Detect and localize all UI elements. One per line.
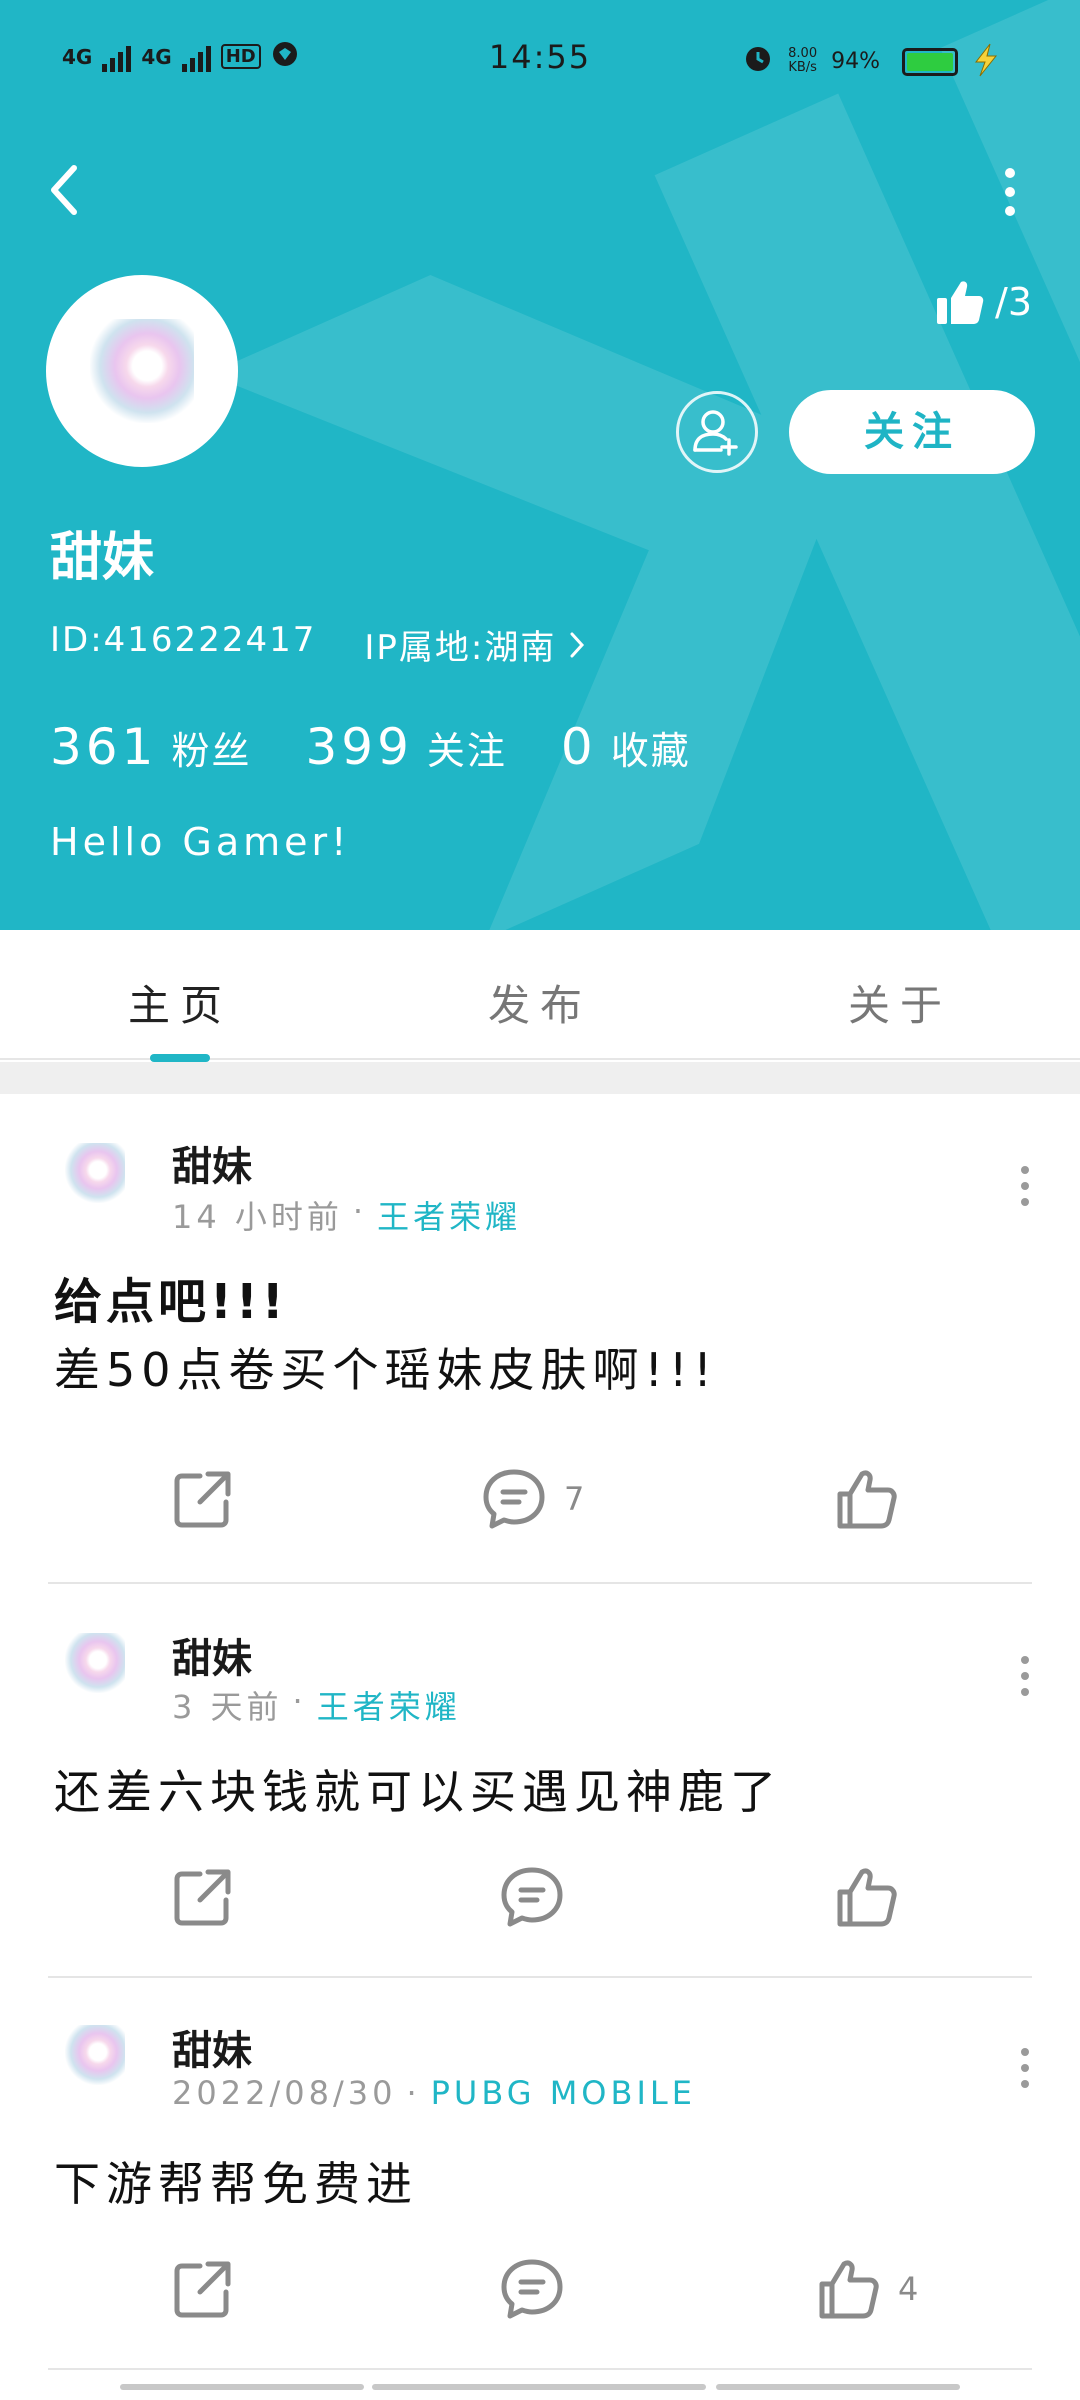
thumbs-up-outline-icon [837,1470,897,1529]
ip-location-link[interactable]: IP属地:湖南 [364,620,586,669]
comment-button[interactable] [500,1866,582,1928]
post-meta: 3 天前 · 王者荣耀 [172,1682,461,1728]
ip-location-text: IP属地:湖南 [364,628,557,668]
tab-about[interactable]: 关于 [780,972,1020,1033]
profile-meta: ID:41622241​7 IP属地:湖南 [50,620,586,669]
follow-button[interactable]: 关注 [789,390,1035,474]
post-time: 2022/08/30 [172,2074,397,2112]
comment-icon [483,1469,545,1529]
add-user-icon [693,410,738,456]
battery-percent: 94% [831,48,880,74]
tab-posts[interactable]: 发布 [420,972,660,1033]
share-icon [174,1869,231,1926]
share-button[interactable] [172,1468,234,1530]
post-divider [48,2368,1032,2370]
scroll-indicator [0,2384,1080,2392]
post-meta: 2022/08/30 · PUBG MOBILE [172,2074,696,2112]
post-author[interactable]: 甜妹 [172,1134,252,1192]
comment-button[interactable] [500,2258,582,2320]
profile-id: ID:41622241​7 [50,620,317,660]
profile-name: 甜妹 [50,528,155,588]
post-author[interactable]: 甜妹 [172,2018,252,2076]
post-more-icon[interactable] [1010,1164,1040,1208]
add-friend-button[interactable] [676,391,758,473]
profile-avatar[interactable] [46,275,238,467]
post-game-tag[interactable]: PUBG MOBILE [431,2074,696,2112]
meta-separator: · [292,1682,307,1720]
comment-count: 7 [564,1480,585,1518]
like-count: 4 [898,2270,919,2308]
post-time: 3 天前 [172,1688,283,1726]
profile-bio: Hello Gamer! [50,820,351,864]
section-separator [0,1062,1080,1094]
post-card[interactable]: 甜妹 3 天前 · 王者荣耀 还差六块钱就可以买遇见神鹿了 [0,1586,1080,1978]
post-game-tag[interactable]: 王者荣耀 [377,1192,521,1238]
net-speed-value: 8.00 [788,46,818,61]
avatar-image [65,1143,125,1203]
thumbs-up-outline-icon [819,2260,879,2319]
avatar-image [65,2025,125,2085]
post-card[interactable]: 甜妹 2022/08/30 · PUBG MOBILE 下游帮帮免费进 4 [0,1978,1080,2370]
post-more-icon[interactable] [1010,2046,1040,2090]
post-divider [48,1582,1032,1584]
chevron-right-icon [570,632,585,657]
following-count[interactable]: 399 [305,718,412,776]
post-avatar[interactable] [54,2014,136,2096]
profile-header: ʞpTa 4G 4G HD 14:55 8.00 KB/s 94% [0,0,1080,930]
favorites-label[interactable]: 收藏 [611,720,691,775]
post-author[interactable]: 甜妹 [172,1626,252,1684]
like-button[interactable] [836,1468,916,1530]
meta-separator: · [406,2074,421,2112]
post-body: 下游帮帮免费进 [54,2157,418,2211]
post-game-tag[interactable]: 王者荣耀 [317,1682,461,1728]
comment-icon [501,1867,563,1927]
more-options-icon[interactable] [990,165,1030,219]
post-meta: 14 小时前 · 王者荣耀 [172,1192,521,1238]
share-icon [174,1471,231,1528]
favorites-count[interactable]: 0 [561,718,597,776]
share-button[interactable] [172,1866,234,1928]
net-speed: 8.00 KB/s [788,47,817,75]
thumbs-up-icon [937,281,984,324]
profile-likes: /3 [935,278,1032,326]
tab-home[interactable]: 主页 [60,972,300,1033]
followers-count[interactable]: 361 [50,718,157,776]
like-button[interactable] [836,1866,916,1928]
like-count-text: /3 [995,280,1032,324]
post-avatar[interactable] [54,1622,136,1704]
avatar-image [90,319,194,423]
profile-tabs: 主页 发布 关于 [0,930,1080,1062]
battery-icon [902,48,958,76]
post-more-icon[interactable] [1010,1654,1040,1698]
back-arrow-icon[interactable] [44,160,84,220]
net-speed-unit: KB/s [788,60,817,75]
post-body: 还差六块钱就可以买遇见神鹿了 [54,1765,782,1819]
profile-stats: 361 粉丝 399 关注 0 收藏 [50,718,745,776]
post-card[interactable]: 甜妹 14 小时前 · 王者荣耀 给点吧!!! 差50点卷买个瑶妹皮肤啊!!! … [0,1094,1080,1584]
meta-separator: · [352,1192,368,1230]
following-label[interactable]: 关注 [427,720,507,775]
active-tab-indicator [150,1054,210,1062]
post-title: 给点吧!!! [54,1274,288,1330]
bolt-icon [974,43,998,77]
status-bar: 4G 4G HD 14:55 8.00 KB/s 94% [0,0,1080,120]
alarm-icon [742,42,774,80]
share-icon [174,2261,231,2318]
comment-icon [501,2259,563,2319]
post-avatar[interactable] [54,1132,136,1214]
avatar-image [65,1633,125,1693]
like-button[interactable]: 4 [818,2258,918,2320]
followers-label[interactable]: 粉丝 [171,720,251,775]
comment-button[interactable]: 7 [482,1468,584,1530]
post-body: 差50点卷买个瑶妹皮肤啊!!! [54,1343,718,1397]
post-time: 14 小时前 [172,1198,343,1236]
share-button[interactable] [172,2258,234,2320]
thumbs-up-outline-icon [837,1868,897,1927]
